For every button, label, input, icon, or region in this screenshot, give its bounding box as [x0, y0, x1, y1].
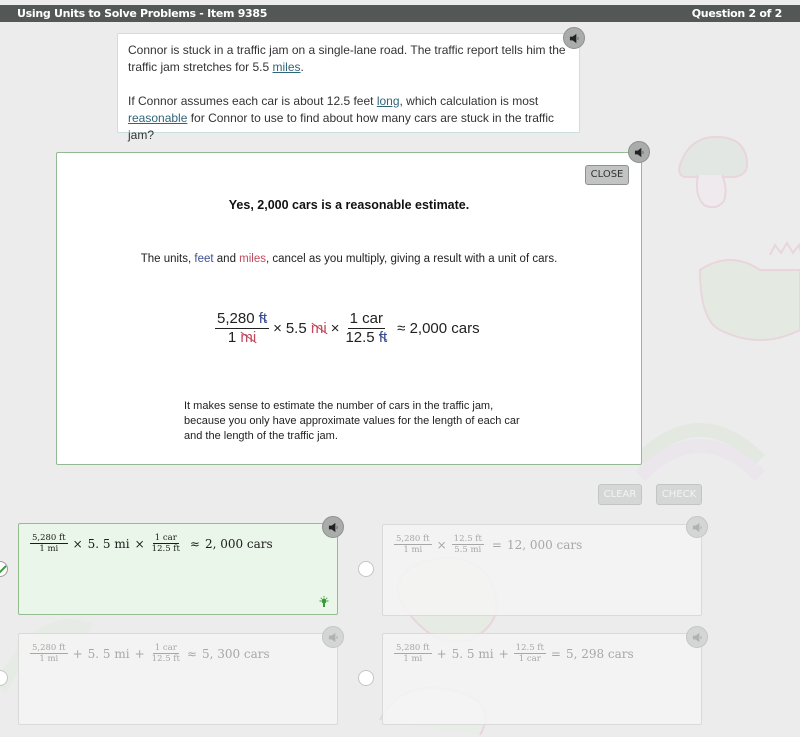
speaker-icon: [328, 632, 338, 642]
checkmark-icon: [0, 565, 7, 574]
option-expression: 5,280 ft 1 mi + 5. 5 mi + 12.5 ft 1 car = …: [394, 643, 634, 664]
option-4-audio-button[interactable]: [686, 626, 708, 648]
item-title: Using Units to Solve Problems - Item 938…: [17, 7, 268, 20]
feedback-units-sentence: The units, feet and miles, cancel as you…: [140, 253, 558, 265]
cancelled-ft: ft: [378, 328, 388, 346]
option-2-radio[interactable]: [358, 561, 374, 577]
answer-option-3[interactable]: 5,280 ft 1 mi + 5. 5 mi + 1 car 12.5 ft ≈ …: [18, 633, 338, 725]
feedback-panel: CLOSE Yes, 2,000 cars is a reasonable es…: [56, 152, 642, 465]
question-counter: Question 2 of 2: [691, 7, 783, 20]
answer-option-4[interactable]: 5,280 ft 1 mi + 5. 5 mi + 12.5 ft 1 car = …: [382, 633, 702, 725]
feedback-equation: 5,280 ft 1 mi × 5.5 mi × 1 car 12.5 ft ≈…: [215, 308, 484, 348]
stem-paragraph-1: Connor is stuck in a traffic jam on a si…: [128, 43, 566, 74]
glossary-link-long[interactable]: long: [377, 94, 400, 108]
check-button[interactable]: CHECK: [656, 484, 702, 505]
option-expression: 5,280 ft 1 mi × 12.5 ft 5.5 mi = 12, 000 c…: [394, 534, 583, 555]
equation-result: ≈ 2,000 cars: [397, 319, 480, 337]
glossary-link-miles[interactable]: miles: [273, 60, 301, 74]
feedback-heading: Yes, 2,000 cars is a reasonable estimate…: [228, 198, 470, 212]
distance-value: 5.5 mi: [285, 319, 327, 337]
feedback-explanation: It makes sense to estimate the number of…: [184, 400, 520, 442]
speaker-icon: [692, 632, 702, 642]
miles-highlight: miles: [239, 253, 267, 265]
feet-highlight: feet: [194, 253, 214, 265]
option-1-audio-button[interactable]: [322, 516, 344, 538]
option-4-radio[interactable]: [358, 670, 374, 686]
speaker-icon: [569, 33, 579, 43]
option-1-radio[interactable]: [0, 561, 8, 577]
option-expression: 5,280 ft 1 mi × 5. 5 mi × 1 car 12.5 ft ≈ …: [30, 533, 273, 554]
speaker-icon: [692, 522, 702, 532]
option-2-audio-button[interactable]: [686, 516, 708, 538]
feedback-audio-button[interactable]: [628, 141, 650, 163]
times-sign: ×: [273, 319, 282, 337]
times-sign: ×: [330, 319, 340, 337]
cancelled-mi: mi: [240, 328, 257, 346]
close-button[interactable]: CLOSE: [585, 165, 629, 185]
answer-option-1[interactable]: 5,280 ft 1 mi × 5. 5 mi × 1 car 12.5 ft ≈ …: [18, 523, 338, 615]
option-3-radio[interactable]: [0, 670, 8, 686]
conversion-fraction-1: 5,280 ft 1 mi: [215, 309, 270, 346]
title-bar: Using Units to Solve Problems - Item 938…: [0, 5, 800, 22]
cancelled-ft: ft: [258, 309, 268, 327]
answer-option-2[interactable]: 5,280 ft 1 mi × 12.5 ft 5.5 mi = 12, 000 c…: [382, 524, 702, 616]
stem-paragraph-2: If Connor assumes each car is about 12.5…: [128, 94, 555, 142]
option-expression: 5,280 ft 1 mi + 5. 5 mi + 1 car 12.5 ft ≈ …: [30, 643, 270, 664]
glossary-link-reasonable[interactable]: reasonable: [128, 111, 187, 125]
lightbulb-icon[interactable]: [319, 596, 329, 608]
question-stem: Connor is stuck in a traffic jam on a si…: [117, 33, 580, 142]
cancelled-mi: mi: [310, 319, 327, 337]
mushroom-illustration: [678, 135, 749, 209]
speaker-icon: [634, 147, 644, 157]
speaker-icon: [328, 522, 338, 532]
conversion-fraction-2: 1 car 12.5 ft: [345, 309, 388, 346]
clear-button[interactable]: CLEAR: [598, 484, 642, 505]
option-3-audio-button[interactable]: [322, 626, 344, 648]
stem-audio-button[interactable]: [563, 27, 585, 49]
